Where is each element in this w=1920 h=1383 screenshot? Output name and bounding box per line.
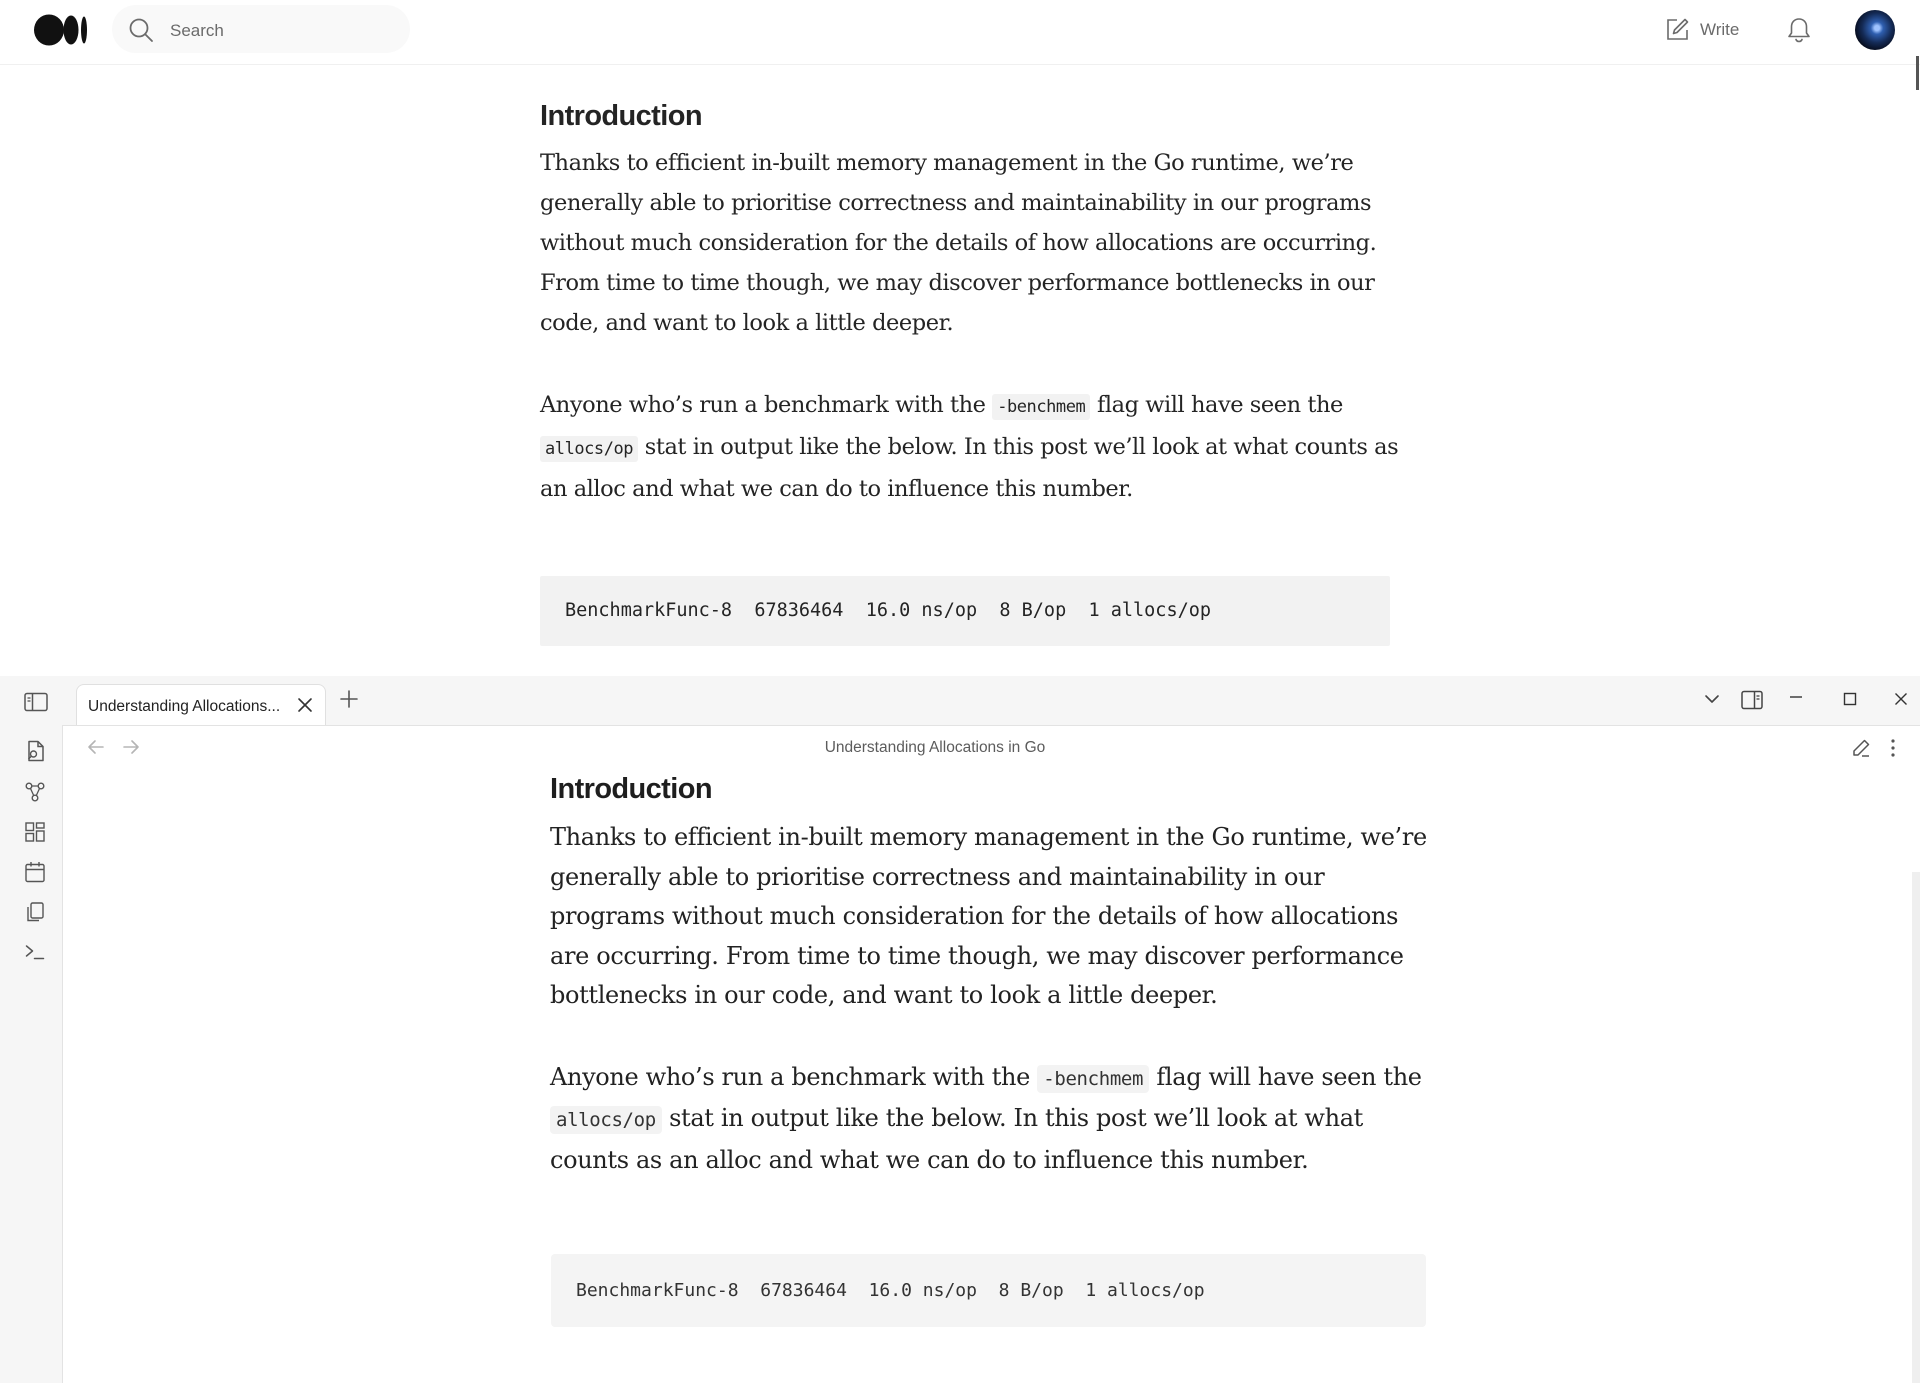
avatar[interactable] bbox=[1855, 10, 1895, 50]
graph-view-icon[interactable] bbox=[24, 781, 46, 803]
pencil-icon[interactable] bbox=[1851, 738, 1871, 758]
paragraph-2-text-b: flag will have seen the bbox=[1090, 392, 1343, 418]
bell-icon[interactable] bbox=[1786, 16, 1812, 44]
section-heading: Introduction bbox=[550, 773, 713, 805]
inline-code-allocs: allocs/op bbox=[550, 1106, 662, 1134]
chevron-down-icon[interactable] bbox=[1703, 690, 1721, 708]
paragraph-2: Anyone who’s run a benchmark with the -b… bbox=[550, 1058, 1430, 1181]
code-block: BenchmarkFunc-8 67836464 16.0 ns/op 8 B/… bbox=[540, 576, 1390, 646]
daily-note-icon[interactable] bbox=[24, 861, 46, 883]
search-placeholder: Search bbox=[170, 21, 224, 40]
command-palette-icon[interactable] bbox=[24, 941, 46, 963]
more-vertical-icon[interactable] bbox=[1890, 738, 1896, 758]
obsidian-window: Understanding Allocations... Understandi… bbox=[0, 676, 1920, 1383]
article-body: Introduction Thanks to efficient in-buil… bbox=[540, 100, 1410, 509]
paragraph-2: Anyone who’s run a benchmark with the -b… bbox=[540, 385, 1410, 509]
inline-code-benchmem: -benchmem bbox=[1037, 1064, 1150, 1093]
search-icon bbox=[128, 17, 154, 43]
paragraph-2-text-b: flag will have seen the bbox=[1149, 1062, 1422, 1091]
tab-active[interactable]: Understanding Allocations... bbox=[76, 684, 326, 725]
paragraph-2-text-a: Anyone who’s run a benchmark with the bbox=[550, 1062, 1038, 1091]
code-block: BenchmarkFunc-8 67836464 16.0 ns/op 8 B/… bbox=[551, 1254, 1426, 1327]
inline-code-allocs: allocs/op bbox=[540, 436, 639, 462]
view-title[interactable]: Understanding Allocations in Go bbox=[0, 739, 1870, 757]
note-content: Introduction Thanks to efficient in-buil… bbox=[550, 773, 1430, 1180]
templates-icon[interactable] bbox=[24, 901, 46, 923]
medium-header: Search Write bbox=[0, 0, 1920, 65]
scrollbar[interactable] bbox=[1912, 872, 1920, 1383]
paragraph-1: Thanks to efficient in-built memory mana… bbox=[540, 150, 1377, 336]
title-bar: Understanding Allocations... bbox=[0, 676, 1920, 726]
medium-page: Search Write Introduction Thanks to effi… bbox=[0, 0, 1920, 676]
paragraph-2-text-a: Anyone who’s run a benchmark with the bbox=[540, 392, 993, 418]
search-bar[interactable]: Search bbox=[112, 5, 410, 53]
write-icon bbox=[1664, 17, 1690, 43]
paragraph-1: Thanks to efficient in-built memory mana… bbox=[550, 823, 1427, 1009]
write-label: Write bbox=[1700, 20, 1740, 39]
medium-logo[interactable] bbox=[34, 14, 90, 46]
close-icon[interactable] bbox=[297, 697, 313, 713]
write-button[interactable]: Write bbox=[1664, 16, 1739, 44]
plus-icon[interactable] bbox=[340, 690, 358, 708]
inline-code-benchmem: -benchmem bbox=[992, 394, 1091, 420]
close-window-icon[interactable] bbox=[1894, 692, 1908, 706]
section-heading: Introduction bbox=[540, 100, 703, 132]
maximize-icon[interactable] bbox=[1843, 692, 1857, 706]
scrollbar[interactable] bbox=[1916, 56, 1919, 90]
minimize-icon[interactable] bbox=[1789, 695, 1803, 699]
split-view-icon[interactable] bbox=[1741, 690, 1763, 710]
left-ribbon bbox=[0, 725, 63, 1383]
paragraph-2-text-c: stat in output like the below. In this p… bbox=[550, 1104, 1363, 1174]
canvas-icon[interactable] bbox=[24, 821, 46, 843]
sidebar-toggle-icon[interactable] bbox=[24, 692, 48, 712]
paragraph-2-text-c: stat in output like the below. In this p… bbox=[540, 434, 1399, 502]
tab-title: Understanding Allocations... bbox=[88, 698, 281, 715]
